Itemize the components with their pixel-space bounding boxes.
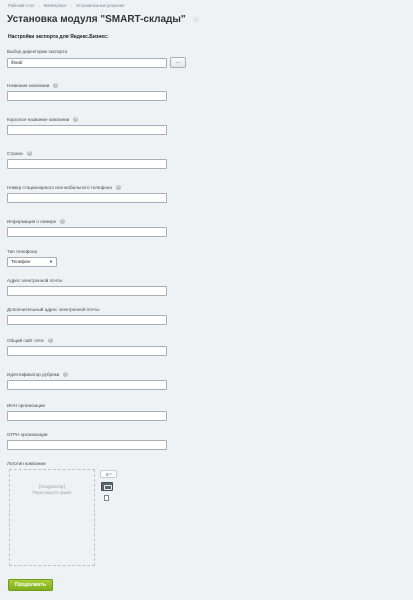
breadcrumb: Рабочий стол › Marketplace › Установленн… (8, 3, 124, 8)
extra-email-field: Дополнительный адрес электронной почты (7, 306, 167, 325)
breadcrumb-separator: › (38, 3, 40, 8)
phone-info-input[interactable] (7, 227, 167, 237)
email-label: Адрес электронной почты (7, 277, 63, 283)
section-title: Настройки экспорта для Яндекс.Бизнес: (8, 34, 109, 40)
phone-input[interactable] (7, 193, 167, 203)
help-icon[interactable]: ? (73, 116, 79, 122)
inn-label: ИНН организации (7, 402, 45, 408)
help-icon[interactable]: ? (60, 218, 66, 224)
company-name-label: Название компании (7, 82, 50, 88)
file-icon[interactable] (104, 495, 109, 501)
country-label: Страна (7, 150, 23, 156)
breadcrumb-item-installed[interactable]: Установленные решения (76, 3, 125, 8)
menu-button[interactable]: ☰ ▾ (100, 470, 117, 478)
ogrn-input[interactable] (7, 440, 167, 450)
site-input[interactable] (7, 346, 167, 356)
country-field: Страна? (7, 150, 167, 169)
star-icon[interactable]: ☆ (193, 15, 200, 24)
company-name-input[interactable] (7, 91, 167, 101)
phone-type-field: Тип телефона Телефон ▼ (7, 248, 57, 267)
email-field: Адрес электронной почты (7, 277, 167, 296)
menu-icon: ☰ (105, 471, 110, 477)
logo-field: Логотип компании (7, 460, 46, 466)
help-icon[interactable]: ? (53, 82, 59, 88)
browse-button[interactable]: ... (170, 57, 186, 68)
rubric-id-label: Идентификатор рубрики (7, 371, 60, 377)
company-short-name-input[interactable] (7, 125, 167, 135)
phone-label: Номер стационарного или мобильного телеф… (7, 184, 112, 190)
continue-button[interactable]: Продолжить (8, 579, 53, 591)
help-icon[interactable]: ? (115, 184, 121, 190)
export-dir-input[interactable] (7, 57, 167, 68)
help-icon[interactable]: ? (47, 337, 53, 343)
site-field: Общий сайт сети? (7, 337, 167, 356)
breadcrumb-separator: › (70, 3, 72, 8)
inn-field: ИНН организации (7, 402, 167, 421)
phone-type-selected: Телефон (11, 259, 31, 264)
upload-tools: ☰ ▾ (100, 470, 117, 501)
image-icon[interactable] (101, 482, 113, 491)
chevron-down-icon: ▾ (110, 472, 112, 476)
ogrn-label: ОГРН организации (7, 431, 48, 437)
export-dir-label: Выбор директории экспорта (7, 48, 68, 54)
email-input[interactable] (7, 286, 167, 296)
country-input[interactable] (7, 159, 167, 169)
help-icon[interactable]: ? (63, 371, 69, 377)
phone-field: Номер стационарного или мобильного телеф… (7, 184, 167, 203)
export-dir-field: Выбор директории экспорта ... (7, 48, 186, 68)
phone-info-field: Информация о номере? (7, 218, 167, 237)
phone-type-select[interactable]: Телефон ▼ (7, 257, 57, 267)
page-title-text: Установка модуля "SMART-склады" (7, 14, 186, 25)
extra-email-input[interactable] (7, 315, 167, 325)
company-name-field: Название компании? (7, 82, 167, 101)
company-short-name-field: Короткое название компании? (7, 116, 167, 135)
page-title: Установка модуля "SMART-склады" ☆ (7, 14, 200, 25)
breadcrumb-item-desktop[interactable]: Рабочий стол (8, 3, 34, 8)
rubric-id-input[interactable] (7, 380, 167, 390)
ogrn-field: ОГРН организации (7, 431, 167, 450)
extra-email-label: Дополнительный адрес электронной почты (7, 306, 100, 312)
site-label: Общий сайт сети (7, 337, 44, 343)
breadcrumb-item-marketplace[interactable]: Marketplace (44, 3, 67, 8)
dropzone-line2: Перетащите файл (32, 490, 72, 495)
help-icon[interactable]: ? (26, 150, 32, 156)
logo-dropzone[interactable]: [Drag&Drop] Перетащите файл (9, 469, 95, 566)
company-short-name-label: Короткое название компании (7, 116, 70, 122)
chevron-down-icon: ▼ (49, 259, 53, 264)
phone-type-label: Тип телефона (7, 248, 38, 254)
rubric-id-field: Идентификатор рубрики? (7, 371, 167, 390)
phone-info-label: Информация о номере (7, 218, 57, 224)
inn-input[interactable] (7, 411, 167, 421)
logo-label: Логотип компании (7, 460, 46, 466)
